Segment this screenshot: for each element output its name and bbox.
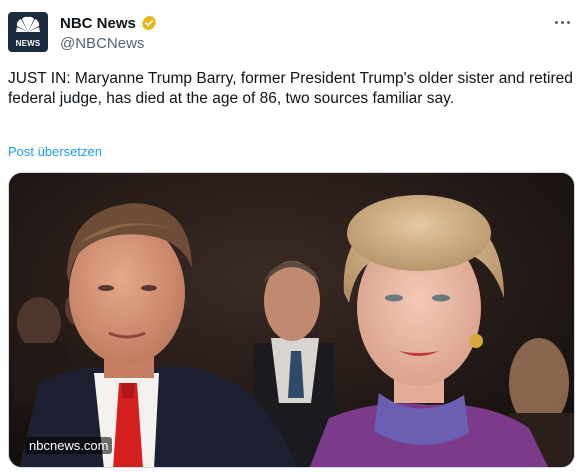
more-dot-icon	[566, 20, 570, 24]
post-text: JUST IN: Maryanne Trump Barry, former Pr…	[8, 70, 573, 107]
avatar-news-label: NEWS	[15, 39, 41, 48]
image-source-label: nbcnews.com	[25, 437, 113, 454]
tweet-card[interactable]: NEWS NBC News @NBCNews JUST IN: Maryanne…	[0, 0, 584, 472]
translate-post-link[interactable]: Post übersetzen	[8, 144, 102, 159]
nbc-news-avatar[interactable]: NEWS	[8, 12, 48, 52]
verified-badge-icon[interactable]	[140, 14, 158, 32]
display-name[interactable]: NBC News	[60, 15, 136, 32]
author-name-row: NBC News	[60, 13, 158, 33]
more-dot-icon	[554, 20, 558, 24]
photo-illustration	[9, 173, 574, 467]
more-options-button[interactable]	[550, 12, 574, 32]
post-image[interactable]: nbcnews.com	[8, 172, 575, 468]
author-handle[interactable]: @NBCNews	[60, 35, 144, 52]
more-dot-icon	[560, 20, 564, 24]
